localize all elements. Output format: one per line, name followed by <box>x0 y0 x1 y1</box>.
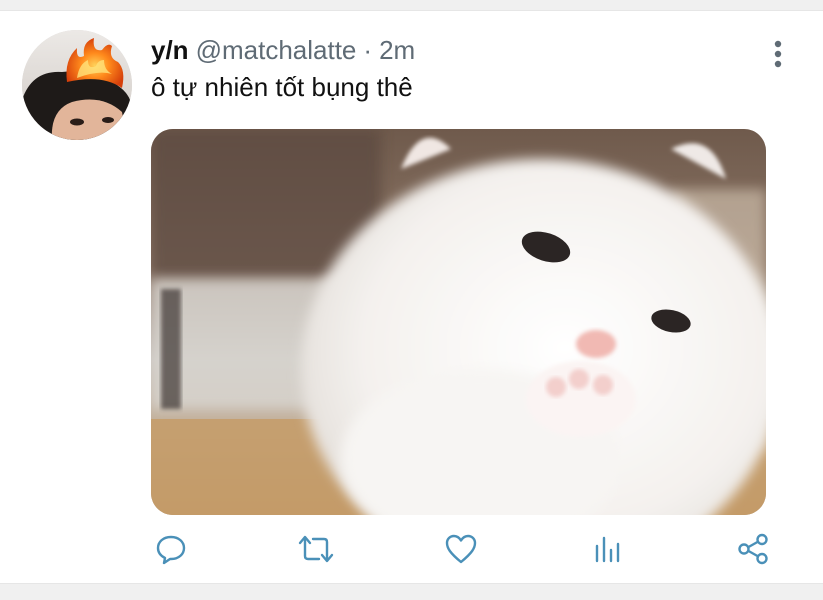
like-button[interactable] <box>441 529 481 569</box>
analytics-icon <box>595 536 620 563</box>
top-divider <box>0 0 823 11</box>
tweet-text: ô tự nhiên tốt bụng thê <box>151 72 413 102</box>
tweet-media[interactable] <box>151 129 766 515</box>
tweet-action-bar <box>151 529 771 569</box>
timestamp[interactable]: 2m <box>379 35 415 66</box>
share-icon <box>738 533 768 565</box>
user-handle[interactable]: @matchalatte <box>196 35 357 66</box>
bottom-divider <box>0 583 823 600</box>
like-icon <box>445 534 477 564</box>
retweet-button[interactable] <box>296 529 336 569</box>
more-vertical-icon <box>774 40 782 68</box>
separator-dot: · <box>363 35 373 65</box>
reply-icon <box>156 535 186 565</box>
display-name[interactable]: y/n <box>151 35 189 66</box>
avatar[interactable] <box>22 30 132 140</box>
tweet-header: y/n @matchalatte · 2m <box>151 35 415 67</box>
more-options-button[interactable] <box>760 36 796 72</box>
timeline-page: y/n @matchalatte · 2m ô tự nhiên tốt bụn… <box>0 0 823 600</box>
avatar-image <box>22 30 132 140</box>
reply-button[interactable] <box>151 529 191 569</box>
share-button[interactable] <box>733 529 773 569</box>
kitten-photo <box>151 129 766 515</box>
retweet-icon <box>298 535 334 563</box>
analytics-button[interactable] <box>587 529 627 569</box>
tweet[interactable]: y/n @matchalatte · 2m ô tự nhiên tốt bụn… <box>0 12 823 583</box>
